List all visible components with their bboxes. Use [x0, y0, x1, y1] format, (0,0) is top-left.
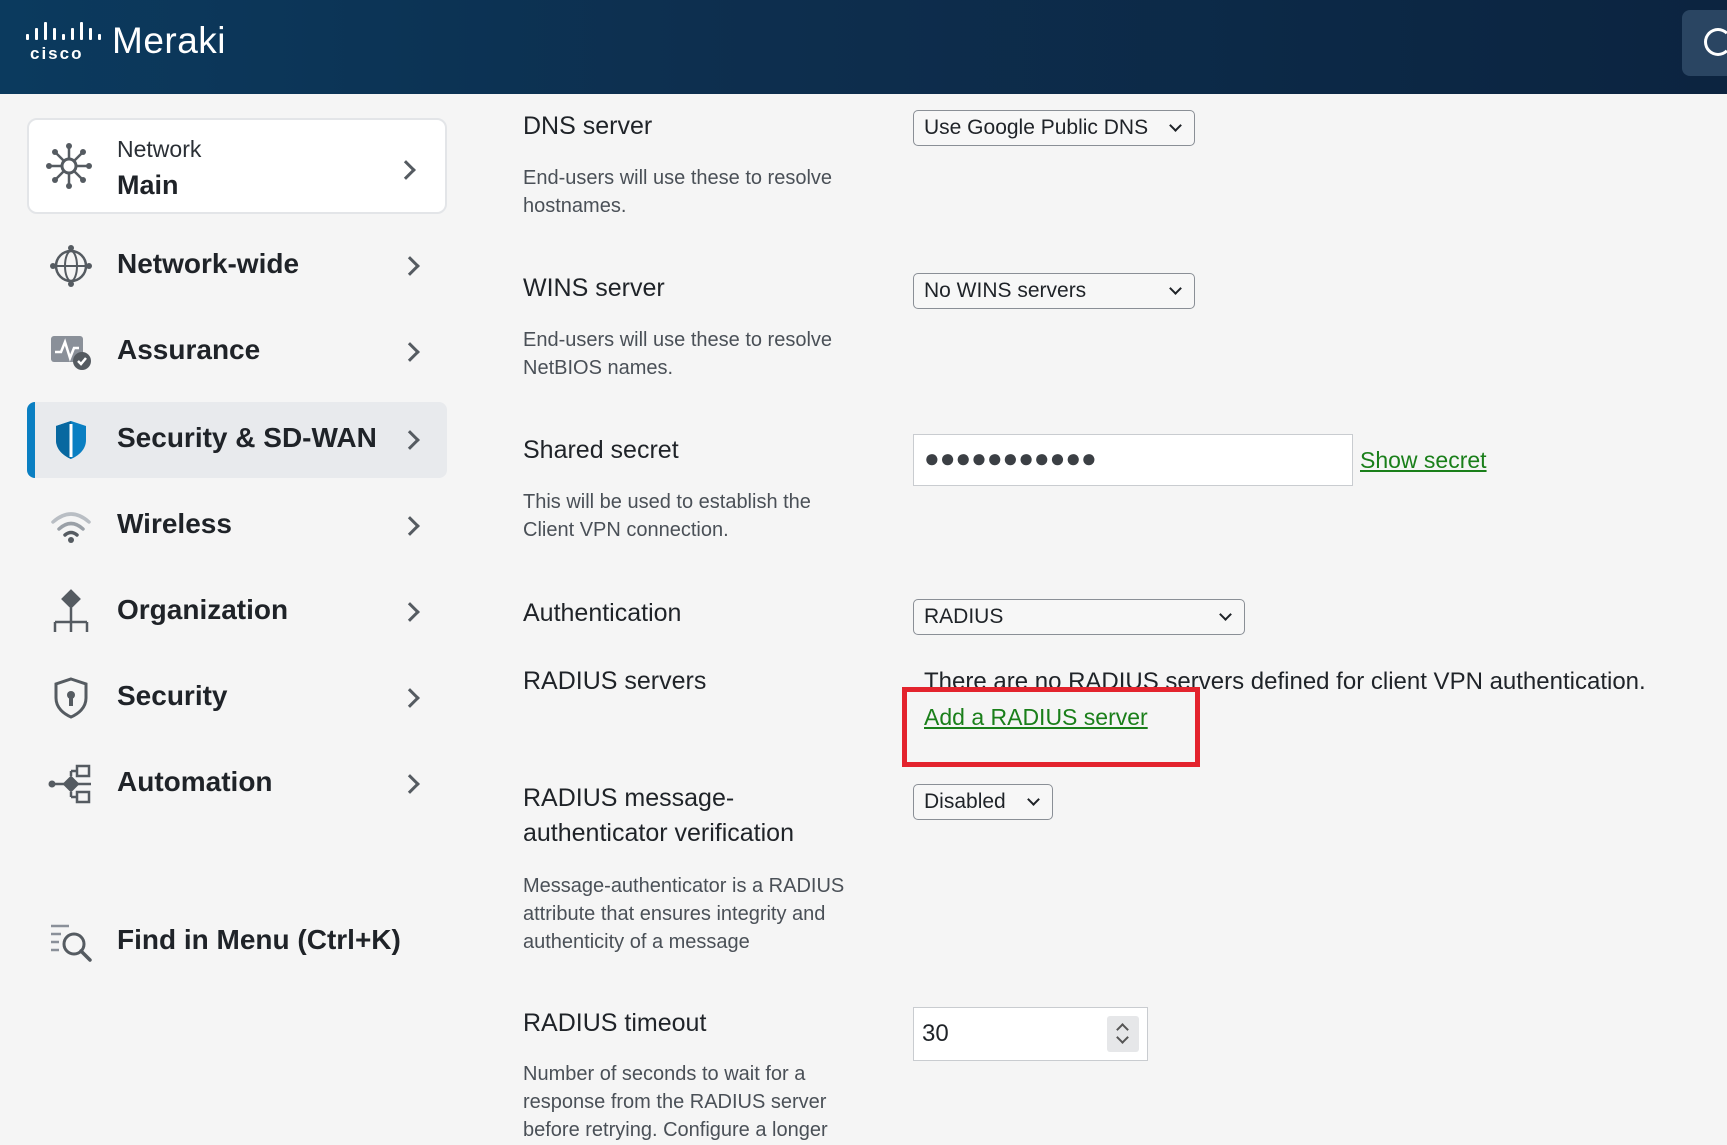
show-secret-link[interactable]: Show secret	[1360, 447, 1487, 474]
sidebar-nav: Network Main Network-wide Assurance Secu…	[0, 94, 460, 1145]
dns-server-help: End-users will use these to resolve host…	[523, 167, 833, 217]
sidebar-item-security-sd-wan[interactable]: Security & SD-WAN	[27, 402, 447, 478]
radius-msg-auth-label-line1: RADIUS message-	[523, 784, 735, 812]
sidebar-item-network-wide[interactable]: Network-wide	[27, 228, 447, 304]
sidebar-item-security[interactable]: Security	[27, 660, 447, 736]
wifi-icon	[51, 512, 91, 543]
chevron-right-icon	[400, 430, 420, 450]
top-header: cisco Meraki	[0, 0, 1727, 94]
cisco-wordmark: cisco	[30, 44, 84, 63]
dns-server-value: Use Google Public DNS	[924, 116, 1149, 139]
security-shield-icon	[54, 677, 88, 719]
shared-secret-help: This will be used to establish the Clien…	[523, 491, 811, 541]
sidebar-item-label: Assurance	[117, 334, 261, 365]
radius-timeout-label: RADIUS timeout	[523, 1009, 707, 1037]
sidebar-item-label: Security & SD-WAN	[117, 422, 377, 453]
find-in-menu-label: Find in Menu (Ctrl+K)	[117, 924, 401, 955]
chevron-right-icon	[400, 774, 420, 794]
radius-timeout-help: Number of seconds to wait for a response…	[523, 1063, 828, 1141]
chevron-down-icon	[1219, 608, 1232, 621]
chevron-down-icon	[1169, 282, 1182, 295]
automation-icon	[48, 764, 91, 804]
radius-msg-auth-value: Disabled	[924, 790, 1006, 813]
shared-secret-label: Shared secret	[523, 436, 679, 464]
network-label: Network	[117, 136, 202, 162]
sidebar-item-organization[interactable]: Organization	[27, 574, 447, 650]
shared-secret-input[interactable]: ●●●●●●●●●●●	[913, 434, 1353, 486]
sidebar-item-label: Network-wide	[117, 248, 300, 279]
authentication-select[interactable]: RADIUS	[913, 599, 1245, 635]
chevron-down-icon[interactable]	[1116, 1031, 1129, 1044]
brand-logo[interactable]: cisco Meraki	[24, 18, 226, 64]
search-menu-icon	[51, 924, 92, 962]
shield-icon	[56, 421, 86, 459]
sidebar-item-automation[interactable]: Automation	[27, 746, 447, 822]
chevron-down-icon	[1169, 119, 1182, 132]
wins-server-label: WINS server	[523, 274, 665, 302]
sidebar-item-assurance[interactable]: Assurance	[27, 314, 447, 390]
chevron-right-icon	[400, 342, 420, 362]
sidebar-item-label: Automation	[117, 766, 273, 797]
network-selector[interactable]: Network Main	[27, 118, 447, 214]
wins-server-value: No WINS servers	[924, 279, 1087, 302]
dns-server-label: DNS server	[523, 112, 653, 140]
find-in-menu[interactable]: Find in Menu (Ctrl+K)	[27, 904, 447, 980]
app-title: Meraki	[112, 20, 227, 61]
header-action-button[interactable]	[1682, 10, 1727, 76]
radius-msg-auth-label-line2: authenticator verification	[523, 819, 794, 847]
chevron-right-icon	[400, 602, 420, 622]
radius-msg-auth-select[interactable]: Disabled	[913, 784, 1053, 820]
chevron-right-icon	[396, 160, 416, 180]
stepper-buttons[interactable]	[1107, 1016, 1139, 1052]
chevron-right-icon	[400, 256, 420, 276]
add-radius-server-link[interactable]: Add a RADIUS server	[924, 704, 1148, 731]
network-name: Main	[117, 170, 179, 200]
chevron-right-icon	[400, 688, 420, 708]
help-icon	[1704, 28, 1727, 56]
authentication-label: Authentication	[523, 599, 682, 627]
radius-servers-label: RADIUS servers	[523, 667, 707, 695]
chevron-down-icon	[1027, 793, 1040, 806]
sidebar-item-label: Wireless	[117, 508, 232, 539]
assurance-icon	[51, 336, 91, 370]
cisco-logo-icon: cisco	[24, 18, 101, 64]
organization-icon	[53, 589, 89, 632]
sidebar-item-label: Security	[117, 680, 228, 711]
radius-msg-auth-help: Message-authenticator is a RADIUS attrib…	[523, 875, 845, 953]
wins-server-select[interactable]: No WINS servers	[913, 273, 1195, 309]
dns-server-select[interactable]: Use Google Public DNS	[913, 110, 1195, 146]
client-vpn-settings-form: DNS server End-users will use these to r…	[460, 94, 1727, 1145]
wins-server-help: End-users will use these to resolve NetB…	[523, 329, 833, 379]
authentication-value: RADIUS	[924, 605, 1004, 628]
radius-timeout-input[interactable]: 30	[913, 1007, 1148, 1061]
radius-timeout-value: 30	[922, 1020, 949, 1047]
network-hub-icon	[46, 143, 92, 189]
globe-icon	[50, 245, 92, 287]
sidebar-item-label: Organization	[117, 594, 289, 625]
sidebar-item-wireless[interactable]: Wireless	[27, 488, 447, 564]
chevron-right-icon	[400, 516, 420, 536]
